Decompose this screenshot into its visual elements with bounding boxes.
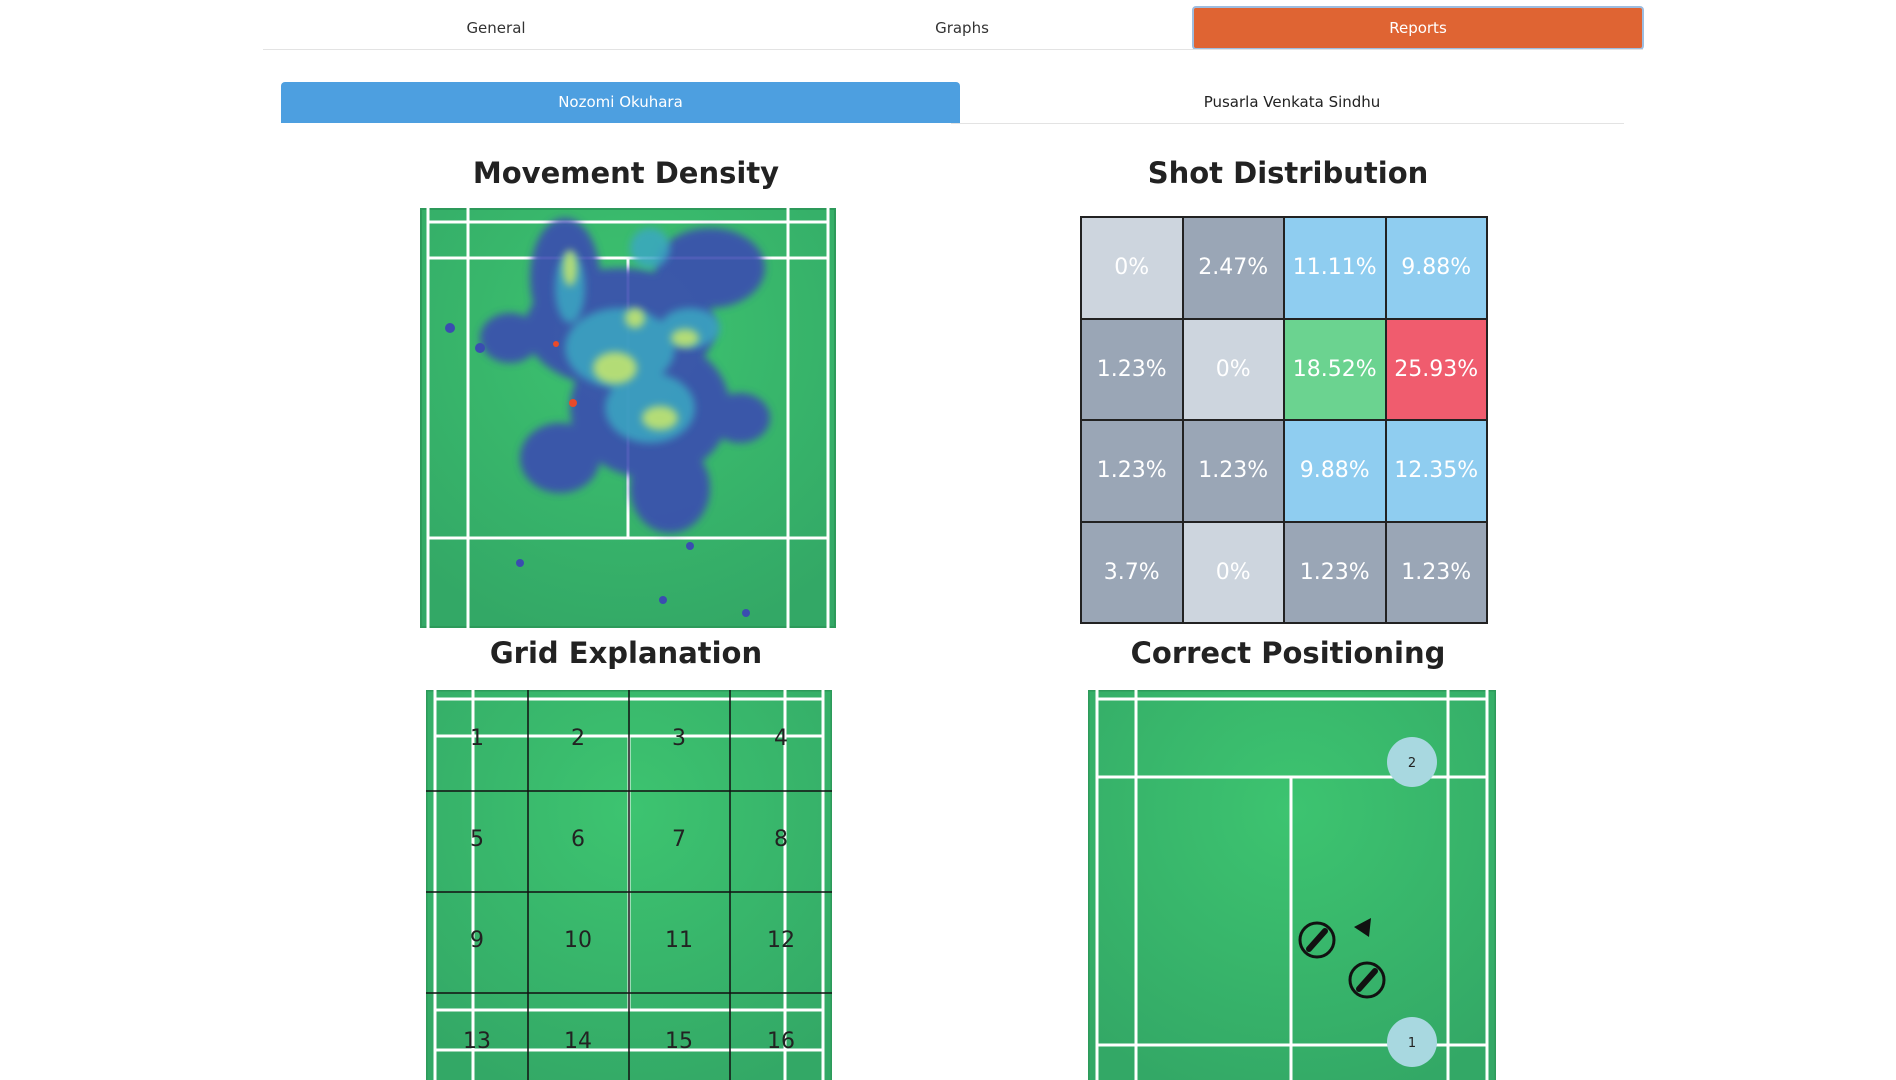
shot-cell-4: 9.88% [1385,217,1487,319]
tabs-divider [263,49,1643,50]
shot-distribution-grid: 0% 2.47% 11.11% 9.88% 1.23% 0% 18.52% 25… [1080,216,1488,624]
shot-cell-3: 11.11% [1284,217,1386,319]
grid-label-4: 4 [774,726,788,751]
grid-label-12: 12 [767,928,795,953]
movement-density-heatmap [420,208,836,628]
shot-cell-6: 0% [1182,318,1284,420]
tab-graphs[interactable]: Graphs [729,6,1195,50]
grid-label-2: 2 [571,726,585,751]
shot-cell-7: 18.52% [1284,318,1386,420]
shot-cell-5: 1.23% [1081,318,1183,420]
grid-label-13: 13 [463,1029,491,1054]
tab-general[interactable]: General [263,6,729,50]
grid-label-15: 15 [665,1029,693,1054]
grid-label-11: 11 [665,928,693,953]
grid-label-1: 1 [470,726,484,751]
grid-label-16: 16 [767,1029,795,1054]
position-marker-1-label: 1 [1408,1036,1416,1051]
grid-explanation-title: Grid Explanation [489,636,763,670]
shot-cell-15: 1.23% [1284,521,1386,623]
shot-cell-9: 1.23% [1081,420,1183,522]
grid-label-9: 9 [470,928,484,953]
shot-cell-11: 9.88% [1284,420,1386,522]
grid-label-8: 8 [774,827,788,852]
shot-cell-16: 1.23% [1385,521,1487,623]
movement-density-title: Movement Density [472,156,780,190]
player-tabs-divider [951,123,1624,124]
shot-distribution-title: Shot Distribution [1147,156,1429,190]
grid-label-6: 6 [571,827,585,852]
shot-cell-1: 0% [1081,217,1183,319]
grid-label-5: 5 [470,827,484,852]
grid-explanation-court: 1 2 3 4 5 6 7 8 9 10 11 12 13 14 15 16 [426,690,832,1080]
grid-label-7: 7 [672,827,686,852]
tab-player-sindhu[interactable]: Pusarla Venkata Sindhu [960,82,1624,123]
correct-positioning-court: 2 1 [1088,690,1496,1080]
position-marker-1: 1 [1387,1017,1437,1067]
grid-label-14: 14 [564,1029,592,1054]
grid-label-3: 3 [672,726,686,751]
position-marker-2-label: 2 [1408,756,1416,771]
tab-player-okuhara[interactable]: Nozomi Okuhara [281,82,960,123]
position-marker-2: 2 [1387,737,1437,787]
tab-reports[interactable]: Reports [1192,6,1644,50]
shot-cell-2: 2.47% [1182,217,1284,319]
shot-cell-8: 25.93% [1385,318,1487,420]
shot-cell-12: 12.35% [1385,420,1487,522]
correct-positioning-title: Correct Positioning [1130,636,1446,670]
shot-cell-14: 0% [1182,521,1284,623]
grid-label-10: 10 [564,928,592,953]
shot-cell-10: 1.23% [1182,420,1284,522]
shot-cell-13: 3.7% [1081,521,1183,623]
